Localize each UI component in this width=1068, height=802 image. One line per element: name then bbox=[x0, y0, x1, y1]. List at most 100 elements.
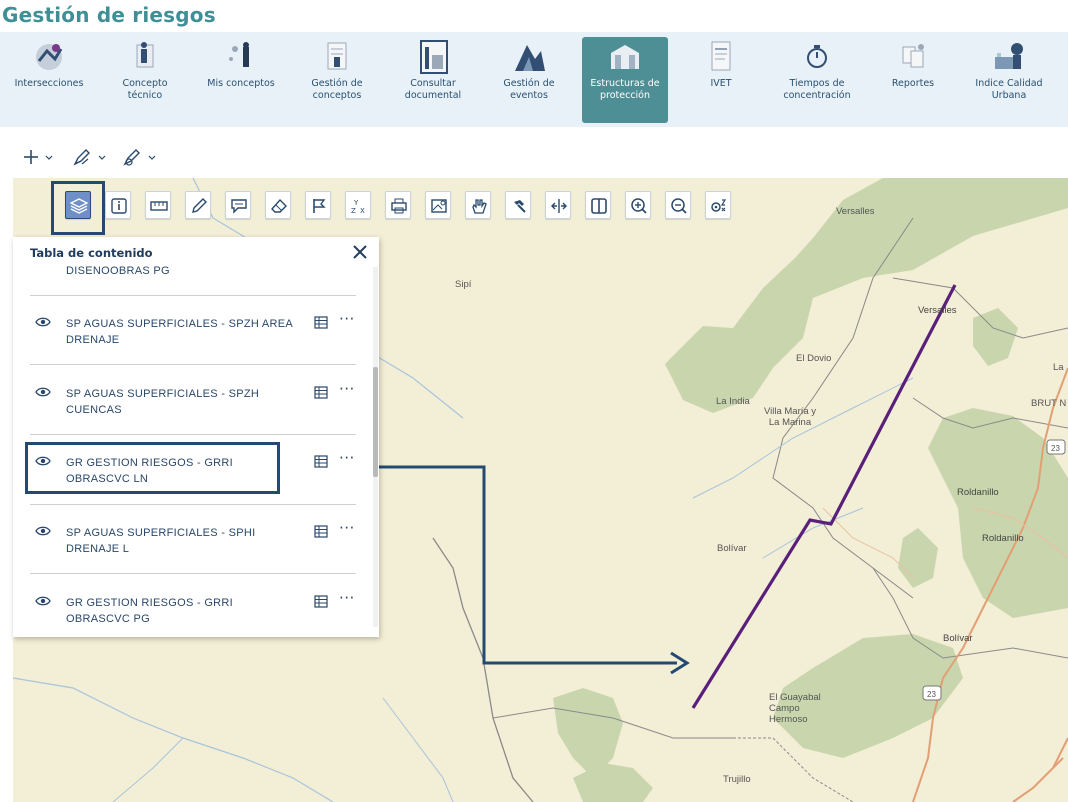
layer-name: GR GESTION RIESGOS - GRRI OBRASCVC PG bbox=[66, 597, 234, 625]
coordinates-tool-button[interactable]: YZX bbox=[345, 191, 371, 219]
layer-name: SP AGUAS SUPERFICIALES - SPZH CUENCAS bbox=[66, 388, 260, 416]
nav-item-concepto-tecnico[interactable]: Concepto técnico bbox=[102, 37, 188, 123]
reports-icon bbox=[902, 44, 924, 68]
place-label: Bolívar bbox=[717, 543, 747, 554]
nav-label: Intersecciones bbox=[14, 78, 84, 89]
measure-tool-button[interactable] bbox=[145, 191, 171, 219]
toc-close-button[interactable] bbox=[349, 241, 371, 263]
nav-item-indice-calidad-urbana[interactable]: Indice Calidad Urbana bbox=[966, 37, 1052, 123]
layer-name: SP AGUAS SUPERFICIALES - SPZH AREA DRENA… bbox=[66, 318, 293, 346]
zoom-in-tool-button[interactable] bbox=[625, 191, 651, 219]
toc-divider bbox=[30, 295, 356, 296]
map-image-tool-button[interactable] bbox=[425, 191, 451, 219]
flag-tool-button[interactable] bbox=[305, 191, 331, 219]
more-options-button[interactable]: ··· bbox=[339, 589, 355, 607]
close-icon bbox=[353, 245, 367, 259]
ivet-icon bbox=[711, 41, 731, 71]
more-options-button[interactable]: ··· bbox=[339, 380, 355, 398]
attribute-table-icon[interactable] bbox=[314, 455, 328, 468]
swipe-tool-button[interactable] bbox=[585, 191, 611, 219]
zoom-out-tool-button[interactable] bbox=[665, 191, 691, 219]
draw-tool-button[interactable] bbox=[185, 191, 211, 219]
toc-panel: Tabla de contenido DISENOOBRAS PG SP AGU… bbox=[13, 237, 379, 637]
intersections-icon bbox=[36, 44, 63, 70]
nav-item-mis-conceptos[interactable]: Mis conceptos bbox=[198, 37, 284, 123]
nav-label: Gestión de eventos bbox=[503, 78, 555, 101]
more-options-button[interactable]: ··· bbox=[339, 519, 355, 537]
concentration-time-icon bbox=[807, 45, 827, 68]
place-label: Roldanillo bbox=[957, 487, 999, 498]
attribute-edit-icon bbox=[123, 149, 156, 166]
add-button[interactable] bbox=[22, 147, 56, 169]
eye-icon[interactable] bbox=[35, 386, 51, 398]
road-shield-label: 23 bbox=[1051, 444, 1060, 453]
attribute-table-icon[interactable] bbox=[314, 595, 328, 608]
info-icon bbox=[111, 198, 127, 214]
nav-item-tiempos-concentracion[interactable]: Tiempos de concentración bbox=[774, 37, 860, 123]
layers-tool-highlight bbox=[51, 181, 105, 235]
svg-text:X: X bbox=[360, 207, 365, 215]
print-tool-button[interactable] bbox=[385, 191, 411, 219]
nav-item-consultar-documental[interactable]: Consultar documental bbox=[390, 37, 476, 123]
toc-scrollbar-thumb[interactable] bbox=[373, 367, 378, 477]
nav-item-reportes[interactable]: Reportes bbox=[870, 37, 956, 123]
attribute-table-icon[interactable] bbox=[314, 386, 328, 399]
erase-tool-button[interactable] bbox=[265, 191, 291, 219]
zoom-out-icon bbox=[671, 198, 687, 214]
place-label: Sipí bbox=[455, 279, 472, 290]
place-label: Versalles bbox=[918, 305, 957, 316]
pan-tool-button[interactable] bbox=[465, 191, 491, 219]
module-nav-bar: Intersecciones Concepto técnico Mis conc… bbox=[0, 32, 1068, 127]
swipe-panel-icon bbox=[591, 198, 607, 214]
eye-icon[interactable] bbox=[35, 525, 51, 537]
place-label: La India bbox=[716, 396, 750, 407]
nav-label: Concepto técnico bbox=[122, 78, 168, 101]
place-label: El Dovio bbox=[796, 353, 832, 364]
protection-structures-icon bbox=[611, 45, 639, 69]
toc-divider bbox=[30, 434, 356, 435]
app-root: Gestión de riesgos Intersecciones Concep… bbox=[0, 0, 1068, 802]
zoom-settings-tool-button[interactable] bbox=[705, 191, 731, 219]
attribute-table-icon[interactable] bbox=[314, 525, 328, 538]
nav-label: Indice Calidad Urbana bbox=[975, 78, 1043, 101]
zoom-in-icon bbox=[631, 198, 647, 214]
nav-label: Estructuras de protección bbox=[590, 78, 660, 101]
flag-icon bbox=[313, 199, 326, 213]
nav-label: Tiempos de concentración bbox=[783, 78, 851, 101]
hammer-tool-button[interactable] bbox=[505, 191, 531, 219]
attribute-table-icon[interactable] bbox=[314, 316, 328, 329]
nav-item-estructuras-proteccion[interactable]: Estructuras de protección bbox=[582, 37, 668, 123]
place-label: La bbox=[1053, 362, 1064, 373]
layer-name: DISENOOBRAS PG bbox=[66, 265, 170, 277]
place-label: Trujillo bbox=[723, 774, 751, 785]
hand-icon bbox=[472, 199, 487, 214]
nav-item-gestion-eventos[interactable]: Gestión de eventos bbox=[486, 37, 572, 123]
place-label: BRUT N bbox=[1031, 398, 1067, 409]
comment-tool-button[interactable] bbox=[225, 191, 251, 219]
add-icon bbox=[24, 150, 53, 164]
toc-divider bbox=[30, 364, 356, 365]
document-search-icon bbox=[420, 40, 448, 74]
nav-item-intersecciones[interactable]: Intersecciones bbox=[6, 37, 92, 123]
nav-label: Mis conceptos bbox=[207, 78, 275, 89]
eye-icon[interactable] bbox=[35, 316, 51, 328]
nav-item-gestion-conceptos[interactable]: Gestión de conceptos bbox=[294, 37, 380, 123]
split-arrows-icon bbox=[551, 199, 567, 213]
split-tool-button[interactable] bbox=[545, 191, 571, 219]
print-icon bbox=[391, 198, 407, 214]
info-tool-button[interactable] bbox=[105, 191, 131, 219]
map-image-icon bbox=[431, 199, 447, 213]
layer-highlight-box bbox=[25, 442, 280, 494]
nav-label: Reportes bbox=[891, 78, 935, 89]
draw-edit-button[interactable] bbox=[72, 147, 108, 169]
more-options-button[interactable]: ··· bbox=[339, 449, 355, 467]
eye-icon[interactable] bbox=[35, 595, 51, 607]
road-shield-label: 23 bbox=[927, 690, 936, 699]
nav-item-ivet[interactable]: IVET bbox=[678, 37, 764, 123]
nav-label: IVET bbox=[710, 78, 732, 89]
page-title: Gestión de riesgos bbox=[2, 3, 216, 27]
more-options-button[interactable]: ··· bbox=[339, 310, 355, 328]
svg-text:Z: Z bbox=[351, 207, 356, 215]
attribute-edit-button[interactable] bbox=[122, 147, 158, 169]
nav-label: Gestión de conceptos bbox=[311, 78, 363, 101]
